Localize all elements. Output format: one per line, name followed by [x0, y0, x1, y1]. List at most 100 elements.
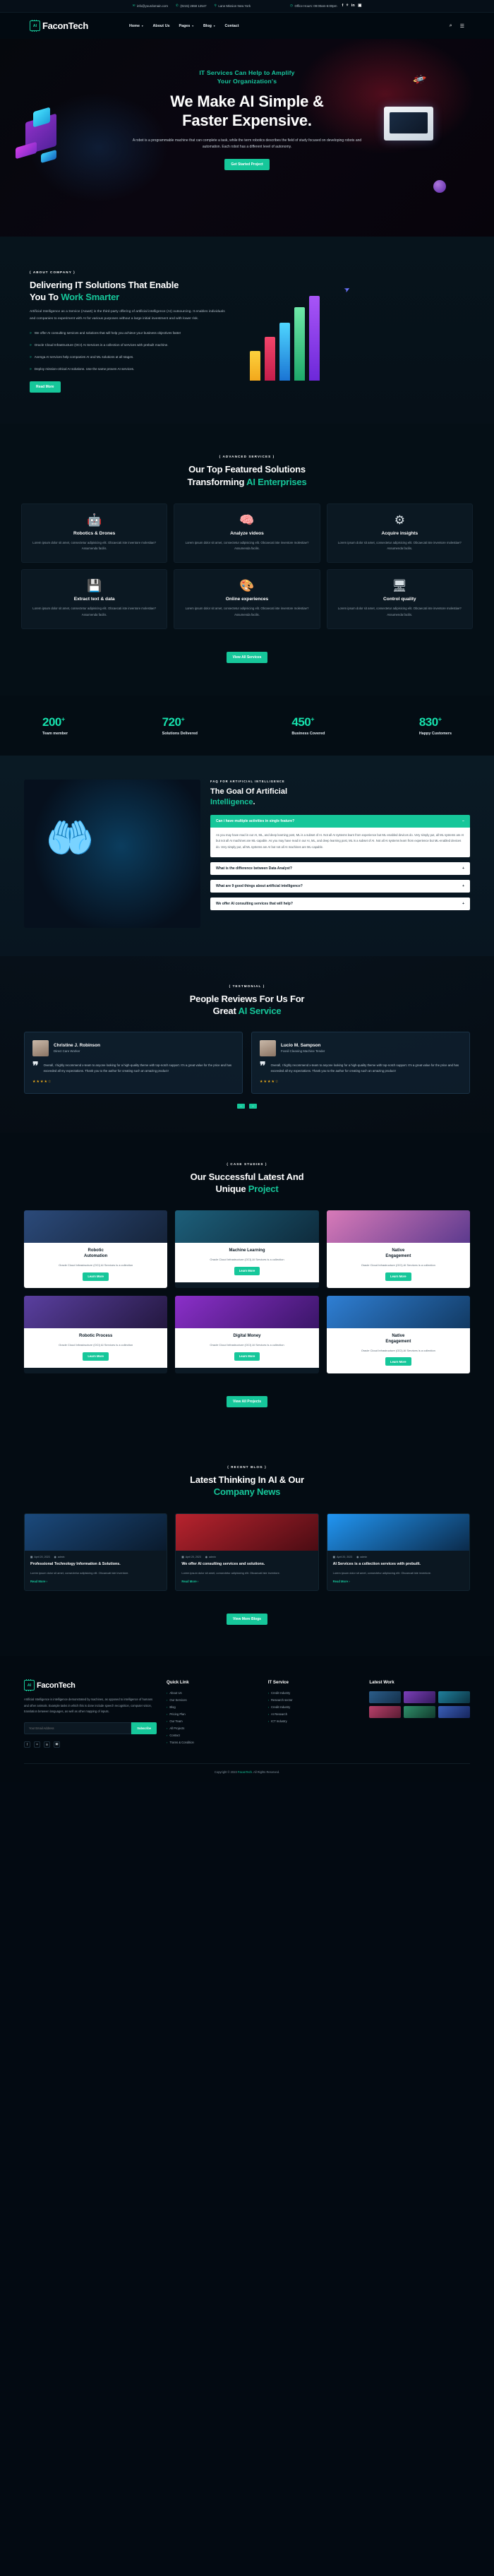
service-card[interactable]: 🤖 Robotics & Drones Lorem ipsum dolor si… [21, 503, 168, 564]
footer-link[interactable]: › Pricing Plan [167, 1712, 258, 1716]
project-card[interactable]: Robotic Process Oracle Cloud Infrastruct… [24, 1296, 168, 1373]
about-read-more-button[interactable]: Read More [30, 381, 61, 393]
instagram-icon[interactable]: ▣ [54, 1741, 60, 1748]
project-learn-more-button[interactable]: Learn More [385, 1357, 411, 1366]
service-title: Robotics & Drones [73, 530, 116, 536]
service-card[interactable]: 🎨 Online experiences Lorem ipsum dolor s… [174, 569, 320, 630]
about-bullet-item: » Deploy mission-critical AI solutions. U… [30, 366, 227, 373]
blog-card[interactable]: ▦ April 20, 2023 ◉ admin Professional Tech… [24, 1513, 168, 1592]
blog-read-more-link[interactable]: Read More › [327, 1575, 469, 1590]
view-all-projects-button[interactable]: View All Projects [226, 1395, 268, 1407]
decor-bar [265, 337, 275, 381]
work-thumb[interactable] [438, 1706, 470, 1719]
nav-item-home[interactable]: Home ▼ [129, 24, 144, 28]
services-title-accent: AI Enterprises [246, 476, 307, 487]
service-card[interactable]: ⚙ Acquire insights Lorem ipsum dolor sit… [326, 503, 473, 564]
project-learn-more-button[interactable]: Learn More [385, 1272, 411, 1281]
footer-link[interactable]: › Credit Industry [268, 1691, 360, 1695]
blog-read-more-link[interactable]: Read More › [25, 1575, 167, 1590]
view-all-services-button[interactable]: View All Services [226, 652, 268, 664]
blog-section: ( RECENT BLOG ) Latest Thinking In AI & … [0, 1436, 494, 1657]
work-thumb[interactable] [404, 1691, 436, 1704]
decor-bar [279, 323, 290, 381]
blog-read-more-link[interactable]: Read More › [176, 1575, 318, 1590]
project-card[interactable]: Native Engagement Oracle Cloud Infrastru… [326, 1210, 470, 1289]
top-bar-address: ⚲ Lane Mission New York [215, 4, 251, 8]
footer-link[interactable]: › Credit Industry [268, 1705, 360, 1709]
footer-link[interactable]: › Our Services [167, 1698, 258, 1702]
get-started-button[interactable]: Get Started Project [224, 159, 270, 171]
project-desc: Oracle Cloud Infrastructure (OCI) AI Ser… [59, 1263, 133, 1268]
top-bar: ✉ info@yourdomain.com ✆ (0215) 2658 1254… [0, 0, 494, 13]
counter-label: Team member [42, 732, 68, 737]
work-thumb[interactable] [438, 1691, 470, 1704]
blog-card[interactable]: ▦ April 20, 2023 ◉ admin AI Services is a … [326, 1513, 470, 1592]
work-thumb[interactable] [369, 1706, 402, 1719]
phone-text: (0215) 2658 12547 [180, 4, 207, 8]
hamburger-icon[interactable]: ☰ [460, 23, 464, 29]
service-card[interactable]: 💾 Extract text & data Lorem ipsum dolor … [21, 569, 168, 630]
footer-link[interactable]: › All Projects [167, 1727, 258, 1730]
nav-label: Blog [203, 23, 212, 28]
decor-cube-magenta [16, 141, 37, 160]
footer-logo[interactable]: AI FaconTech [24, 1679, 157, 1692]
newsletter-email-input[interactable] [24, 1722, 132, 1734]
blog-card[interactable]: ▦ April 20, 2023 ◉ admin We offer AI consu… [175, 1513, 319, 1592]
carousel-next-button[interactable]: › [249, 1104, 257, 1109]
facebook-icon[interactable]: f [342, 4, 344, 8]
view-more-blogs-button[interactable]: View More Blogs [227, 1614, 267, 1626]
faq-question-text: What are 9 good things about artificial … [216, 883, 303, 888]
top-bar-phone[interactable]: ✆ (0215) 2658 12547 [176, 4, 206, 8]
facebook-icon[interactable]: f [24, 1741, 30, 1748]
service-card[interactable]: 🖥 Control quality Lorem ipsum dolor sit … [326, 569, 473, 630]
nav-item-contact[interactable]: Contact [224, 24, 239, 28]
faq-question-toggle[interactable]: What are 9 good things about artificial … [210, 879, 470, 893]
service-card[interactable]: 🧠 Analyze videos Lorem ipsum dolor sit a… [174, 503, 320, 564]
project-body: Robotic Process Oracle Cloud Infrastruct… [24, 1328, 168, 1368]
top-bar-email[interactable]: ✉ info@yourdomain.com [133, 4, 168, 8]
twitter-icon[interactable]: ᵠ [347, 4, 349, 8]
nav-item-about-us[interactable]: About Us [153, 24, 170, 28]
faq-question-toggle[interactable]: Can i have multiple activities in single… [210, 814, 470, 828]
project-learn-more-button[interactable]: Learn More [234, 1352, 260, 1361]
project-body: Machine Learning Oracle Cloud Infrastruc… [175, 1243, 319, 1283]
footer-work-grid [369, 1691, 470, 1719]
project-card[interactable]: Robotic Automation Oracle Cloud Infrastr… [24, 1210, 168, 1289]
project-learn-more-button[interactable]: Learn More [234, 1266, 260, 1275]
carousel-prev-button[interactable]: ‹ [237, 1104, 245, 1109]
footer-link[interactable]: › About Us [167, 1691, 258, 1695]
faq-question-toggle[interactable]: What is the difference between Data Anal… [210, 861, 470, 875]
project-card[interactable]: Native Engagement Oracle Cloud Infrastru… [326, 1296, 470, 1373]
instagram-icon[interactable]: ▣ [358, 4, 361, 8]
footer-about-text: Artificial Intelligence is intelligence … [24, 1698, 153, 1714]
counter-label: Happy Customers [418, 732, 452, 737]
project-learn-more-button[interactable]: Learn More [83, 1272, 109, 1281]
footer-link[interactable]: › AI Research [268, 1712, 360, 1716]
top-bar-contacts: ✉ info@yourdomain.com ✆ (0215) 2658 1254… [133, 4, 251, 8]
footer-link[interactable]: › Trams & Condition [167, 1741, 258, 1744]
twitter-icon[interactable]: ᵠ [34, 1741, 40, 1748]
faq-question-toggle[interactable]: We offer AI consulting services that wil… [210, 897, 470, 910]
linkedin-icon[interactable]: in [44, 1741, 50, 1748]
search-icon[interactable]: ⌕ [450, 23, 452, 29]
project-card[interactable]: Digital Money Oracle Cloud Infrastructur… [175, 1296, 319, 1373]
project-learn-more-button[interactable]: Learn More [83, 1352, 109, 1361]
footer-link[interactable]: › Research sector [268, 1698, 360, 1702]
nav-item-pages[interactable]: Pages ▼ [179, 24, 193, 28]
decor-bar [250, 351, 260, 381]
footer-link[interactable]: › Our Team [167, 1719, 258, 1723]
work-thumb[interactable] [404, 1706, 436, 1719]
footer-link[interactable]: › Blog [167, 1705, 258, 1709]
footer-link[interactable]: › Contact [167, 1734, 258, 1737]
project-image [326, 1296, 470, 1329]
nav-item-blog[interactable]: Blog ▼ [203, 24, 216, 28]
about-title-accent: Work Smarter [61, 292, 119, 303]
service-desc: Lorem ipsum dolor sit amet, consectetur … [185, 540, 309, 551]
newsletter-subscribe-button[interactable]: Subscribe [131, 1722, 157, 1734]
work-thumb[interactable] [369, 1691, 402, 1704]
site-logo[interactable]: AI FaconTech [30, 20, 88, 32]
footer-about-col: AI FaconTech Artificial Intelligence is … [24, 1679, 157, 1748]
footer-link[interactable]: › ICT Industry [268, 1719, 360, 1723]
project-card[interactable]: Machine Learning Oracle Cloud Infrastruc… [175, 1210, 319, 1289]
linkedin-icon[interactable]: in [351, 4, 355, 8]
